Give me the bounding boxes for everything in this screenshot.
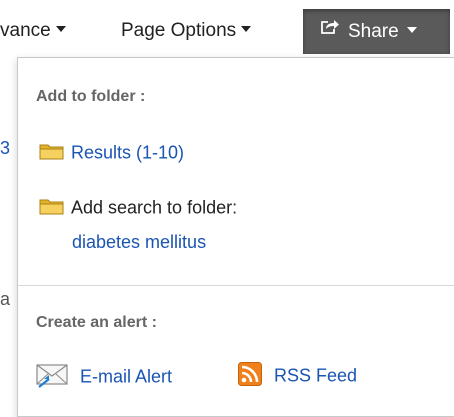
share-button-label: Share [348, 21, 399, 42]
advanced-menu[interactable]: vance [0, 17, 66, 45]
chevron-down-icon [406, 26, 417, 33]
background-fragment-2: a [0, 289, 11, 309]
email-alert-link[interactable]: E-mail Alert [80, 366, 172, 386]
rss-feed-item[interactable]: RSS Feed [238, 362, 357, 391]
email-alert-icon [35, 362, 69, 393]
page-options-label: Page Options [121, 20, 237, 41]
rss-icon [238, 362, 262, 391]
rss-feed-link[interactable]: RSS Feed [274, 365, 357, 385]
top-menu-bar: vance Page Options Share [0, 0, 454, 60]
add-to-folder-title: Add to folder : [36, 88, 146, 105]
results-folder-row[interactable]: Results (1-10) [39, 142, 184, 165]
dropdown-divider [18, 285, 454, 286]
page-options-menu[interactable]: Page Options [121, 17, 252, 45]
advanced-menu-label: vance [0, 20, 51, 41]
share-button[interactable]: Share [303, 9, 450, 54]
share-dropdown: Add to folder : Results (1-10) Add searc… [17, 57, 454, 417]
search-term-row: diabetes mellitus [72, 232, 206, 253]
share-arrow-icon [320, 7, 340, 52]
background-fragment-1: 3 [0, 138, 11, 158]
folder-icon [39, 197, 65, 220]
email-alert-item[interactable]: E-mail Alert [35, 362, 172, 393]
search-term-link[interactable]: diabetes mellitus [72, 232, 206, 252]
folder-icon [39, 142, 65, 165]
add-search-label: Add search to folder: [71, 197, 238, 218]
create-alert-title: Create an alert : [36, 314, 157, 331]
chevron-down-icon [55, 25, 66, 32]
chevron-down-icon [241, 25, 252, 32]
results-link[interactable]: Results (1-10) [71, 142, 184, 162]
add-search-folder-row[interactable]: Add search to folder: [39, 197, 237, 220]
